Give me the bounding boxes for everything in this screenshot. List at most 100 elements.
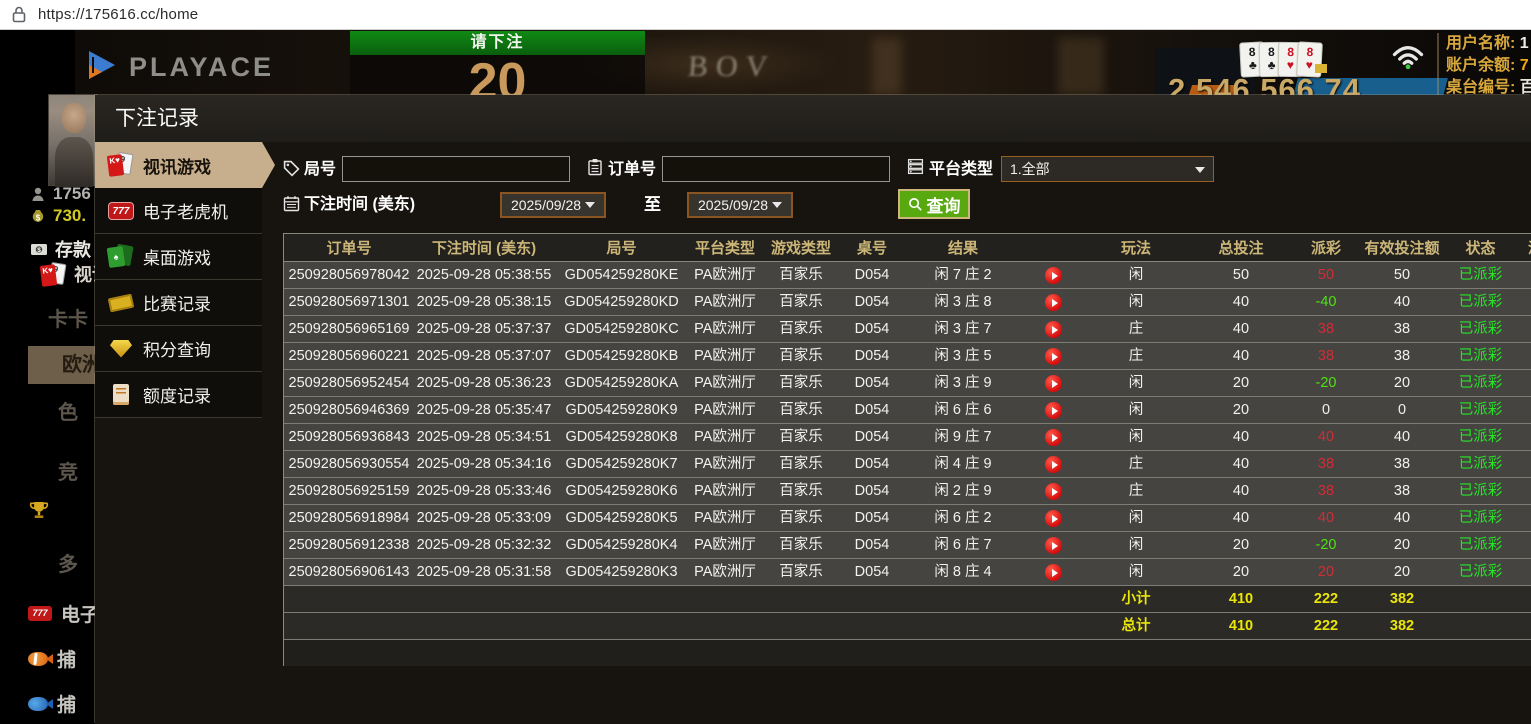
table-footer-band: [284, 640, 1531, 666]
cell-platform: PA欧洲厅: [689, 505, 761, 531]
sidebar-item-slots[interactable]: 777电子老虎机: [95, 188, 262, 234]
video-cards-icon: 9K♥: [40, 262, 66, 286]
cell-valid-bet: 38: [1356, 478, 1448, 504]
play-video-button[interactable]: [1045, 429, 1062, 446]
cell-game-type: 百家乐: [761, 397, 841, 423]
cell-round-no: GD054259280K6: [554, 478, 689, 504]
play-video-button[interactable]: [1045, 375, 1062, 392]
cell-total-bet: 20: [1186, 532, 1296, 558]
sidebar-item-label: 电子老虎机: [143, 198, 228, 223]
sidebar-item-match-records[interactable]: 比赛记录: [95, 280, 262, 326]
cell-status: 已派彩: [1448, 370, 1513, 396]
user-info-value: 百: [1520, 79, 1531, 96]
date-from-select[interactable]: 2025/09/28: [500, 192, 606, 218]
subtotal-row: 小计410222382: [284, 586, 1531, 613]
cell-payout: 40: [1296, 505, 1356, 531]
play-video-button[interactable]: [1045, 483, 1062, 500]
countdown-number: 20: [350, 55, 645, 95]
order-input[interactable]: [662, 156, 890, 182]
sidebar-item-video-games[interactable]: 9K♥视讯游戏: [95, 142, 262, 188]
cell-play-type: 闲: [1086, 289, 1186, 315]
screen: https://175616.cc/home BOV PLAYACE 请下注 2…: [0, 0, 1531, 724]
sidebar-item-points-query[interactable]: 积分查询: [95, 326, 262, 372]
playace-logo: PLAYACE: [85, 48, 274, 86]
cell-empty: [1448, 613, 1513, 639]
play-video-button[interactable]: [1045, 402, 1062, 419]
table-row: 2509280569524542025-09-28 05:36:23GD0542…: [284, 370, 1531, 397]
cell-platform: PA欧洲厅: [689, 289, 761, 315]
date-from-value: 2025/09/28: [511, 197, 581, 213]
deposit-button[interactable]: $ 存款: [30, 236, 91, 262]
cell-bet-time: 2025-09-28 05:37:37: [414, 316, 554, 342]
slot-777-icon: 777: [28, 606, 52, 621]
sidebar-item-label: 视讯游戏: [143, 153, 211, 178]
cell-table-no: D054: [841, 559, 903, 585]
sidebar-item-table-games[interactable]: ♠桌面游戏: [95, 234, 262, 280]
gem-icon: [107, 336, 135, 362]
user-info-row: 账户余额: 7: [1446, 55, 1531, 77]
cell-status: 已派彩: [1448, 262, 1513, 288]
cell-status: 已派彩: [1448, 424, 1513, 450]
cell-round-no: GD054259280K5: [554, 505, 689, 531]
cell-table-no: D054: [841, 262, 903, 288]
cell-extra: [1513, 289, 1531, 315]
platform-select[interactable]: 1.全部: [1001, 156, 1214, 182]
cell-result: 闲 6 庄 2: [903, 505, 1086, 531]
table-row: 2509280569602212025-09-28 05:37:07GD0542…: [284, 343, 1531, 370]
banknote-icon: $: [30, 242, 48, 257]
date-to-value: 2025/09/28: [698, 197, 768, 213]
cell-extra: [1513, 397, 1531, 423]
cell-payout: 40: [1296, 424, 1356, 450]
cell-result: 闲 3 庄 5: [903, 343, 1086, 369]
cell-payout: 38: [1296, 316, 1356, 342]
cell-total-bet: 40: [1186, 505, 1296, 531]
bet-timer: 请下注 20: [350, 31, 645, 95]
play-video-button[interactable]: [1045, 456, 1062, 473]
table-row: 2509280569305542025-09-28 05:34:16GD0542…: [284, 451, 1531, 478]
column-header: 平台类型: [689, 234, 761, 261]
round-input[interactable]: [342, 156, 570, 182]
sidebar-item-label: 比赛记录: [143, 290, 211, 315]
cell-empty: [284, 586, 414, 612]
cell-result: 闲 6 庄 6: [903, 397, 1086, 423]
bet-records-modal: 下注记录 9K♥视讯游戏777电子老虎机♠桌面游戏比赛记录积分查询额度记录 局号…: [95, 95, 1531, 724]
document-icon: [107, 382, 135, 408]
cell-result: 闲 8 庄 4: [903, 559, 1086, 585]
cell-status: 已派彩: [1448, 343, 1513, 369]
sidebar-item-label: 额度记录: [143, 382, 211, 407]
sidebar-item-label: 积分查询: [143, 336, 211, 361]
column-header: 派彩时间: [1513, 234, 1531, 261]
play-video-button[interactable]: [1045, 537, 1062, 554]
play-video-button[interactable]: [1045, 294, 1062, 311]
query-button[interactable]: 查询: [898, 189, 970, 219]
cell-extra: [1513, 478, 1531, 504]
cell-extra: [1513, 532, 1531, 558]
person-icon: [30, 186, 46, 202]
column-header: 状态: [1448, 234, 1513, 261]
user-info-value: 7: [1520, 57, 1529, 74]
table-row: 2509280569463692025-09-28 05:35:47GD0542…: [284, 397, 1531, 424]
play-video-button[interactable]: [1045, 510, 1062, 527]
cell-empty: [761, 613, 841, 639]
date-to-select[interactable]: 2025/09/28: [687, 192, 793, 218]
playace-logo-icon: [85, 48, 121, 86]
column-header: 有效投注额: [1356, 234, 1448, 261]
cell-valid-bet: 0: [1356, 397, 1448, 423]
cell-extra: [1513, 559, 1531, 585]
blue-fish-icon: [28, 697, 48, 711]
play-video-button[interactable]: [1045, 321, 1062, 338]
cell-platform: PA欧洲厅: [689, 559, 761, 585]
modal-sidebar: 9K♥视讯游戏777电子老虎机♠桌面游戏比赛记录积分查询额度记录: [95, 142, 262, 418]
browser-address-bar[interactable]: https://175616.cc/home: [0, 0, 1531, 30]
cell-round-no: GD054259280K4: [554, 532, 689, 558]
cell-game-type: 百家乐: [761, 289, 841, 315]
cell-platform: PA欧洲厅: [689, 316, 761, 342]
play-video-button[interactable]: [1045, 267, 1062, 284]
play-video-button[interactable]: [1045, 564, 1062, 581]
sidebar-item-quota-records[interactable]: 额度记录: [95, 372, 262, 418]
cell-valid-bet: 20: [1356, 559, 1448, 585]
user-info-value: 1: [1520, 35, 1529, 52]
svg-text:$: $: [36, 213, 41, 222]
user-info-label: 桌台编号:: [1446, 79, 1520, 96]
play-video-button[interactable]: [1045, 348, 1062, 365]
